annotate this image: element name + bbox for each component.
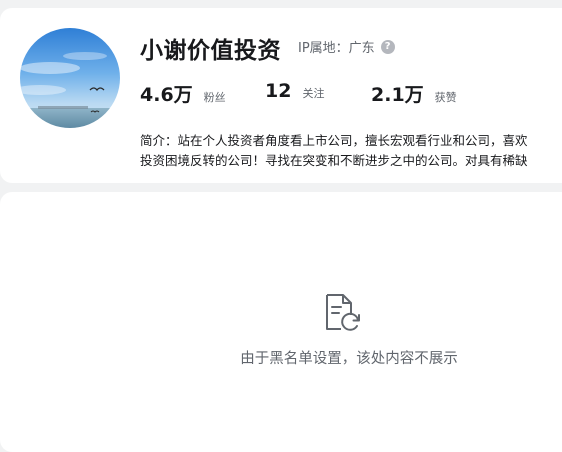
document-refresh-icon [326, 294, 360, 331]
avatar[interactable] [20, 28, 120, 128]
stat-following-label: 关注 [302, 87, 325, 100]
empty-state-message: 由于黑名单设置，该处内容不展示 [240, 351, 458, 367]
profile-name: 小谢价值投资 [140, 38, 281, 64]
ip-location: IP属地：广东 ? [298, 37, 395, 56]
stat-following[interactable]: 12 关注 [265, 80, 324, 102]
stat-likes: 2.1万 获赞 [371, 80, 457, 107]
stat-fans[interactable]: 4.6万 粉丝 [140, 80, 226, 107]
stat-likes-value: 2.1万 [371, 84, 424, 106]
profile-card: 小谢价值投资 IP属地：广东 ? 4.6万 粉丝 12 关注 2.1万 获赞 简… [0, 8, 562, 183]
stat-likes-label: 获赞 [434, 91, 457, 104]
profile-bio: 简介：站在个人投资者角度看上市公司，擅长宏观看行业和公司，喜欢 投资困境反转的公… [140, 131, 562, 171]
stat-fans-value: 4.6万 [140, 84, 193, 106]
bio-line: 投资困境反转的公司！寻找在突变和不断进步之中的公司。对具有稀缺 [140, 153, 528, 168]
avatar-image [20, 28, 120, 128]
bio-line: 简介：站在个人投资者角度看上市公司，擅长宏观看行业和公司，喜欢 [140, 133, 528, 148]
question-circle-icon[interactable]: ? [380, 39, 395, 54]
stat-fans-label: 粉丝 [203, 91, 226, 104]
stat-following-value: 12 [265, 80, 292, 102]
content-card: 由于黑名单设置，该处内容不展示 [0, 192, 562, 452]
ip-location-text: IP属地：广东 [298, 41, 375, 56]
